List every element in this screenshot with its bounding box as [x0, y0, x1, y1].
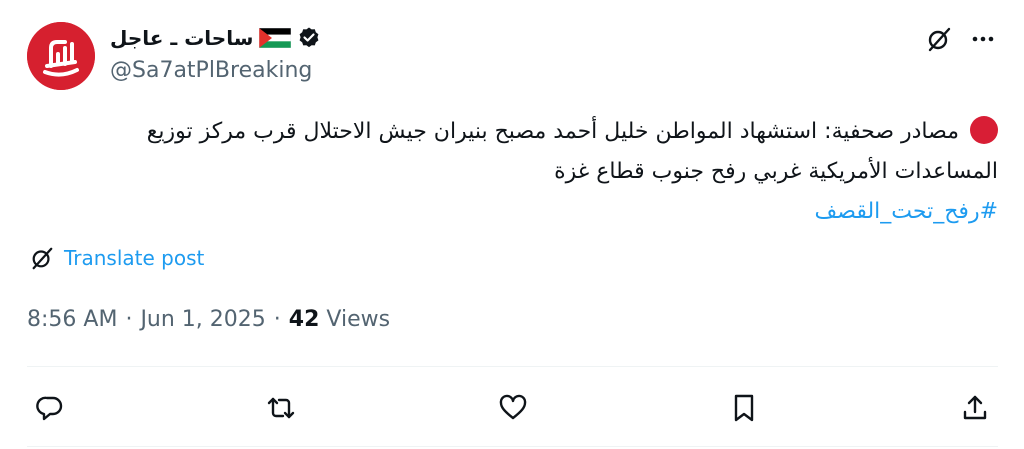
views-count: 42 [288, 307, 320, 332]
red-circle-emoji [970, 116, 998, 144]
divider [27, 446, 998, 447]
post-body: مصادر صحفية: استشهاد المواطن خليل أحمد م… [146, 119, 998, 184]
post-text: مصادر صحفية: استشهاد المواطن خليل أحمد م… [78, 112, 998, 232]
divider [27, 366, 998, 367]
grok-icon [32, 247, 53, 270]
like-icon[interactable] [490, 385, 536, 431]
share-icon[interactable] [952, 385, 998, 431]
translate-post-button[interactable]: Translate post [30, 246, 204, 270]
avatar[interactable] [27, 22, 95, 90]
hashtag-link[interactable]: #رفح_تحت_القصف [815, 199, 999, 224]
reply-icon[interactable] [27, 385, 73, 431]
post-date[interactable]: Jun 1, 2025 [140, 307, 265, 332]
more-options-icon[interactable] [970, 26, 996, 52]
repost-icon[interactable] [258, 385, 304, 431]
verified-badge-icon [300, 27, 319, 48]
grok-icon[interactable] [926, 26, 952, 52]
display-name[interactable]: ساحات ـ عاجل [110, 26, 253, 50]
post-time[interactable]: 8:56 AM [27, 307, 117, 332]
author-name-row[interactable]: ساحات ـ عاجل [110, 24, 321, 52]
post-meta: 8:56 AM · Jun 1, 2025 · 42 Views [27, 307, 390, 332]
meta-separator: · [273, 307, 281, 332]
author-handle[interactable]: @Sa7atPlBreaking [110, 58, 312, 83]
palestine-flag-icon [259, 28, 292, 48]
action-bar [27, 385, 998, 431]
bookmark-icon[interactable] [721, 385, 767, 431]
sa7at-logo-icon [27, 22, 95, 90]
views-label: Views [326, 307, 391, 332]
meta-separator: · [125, 307, 133, 332]
translate-label[interactable]: Translate post [64, 246, 204, 270]
